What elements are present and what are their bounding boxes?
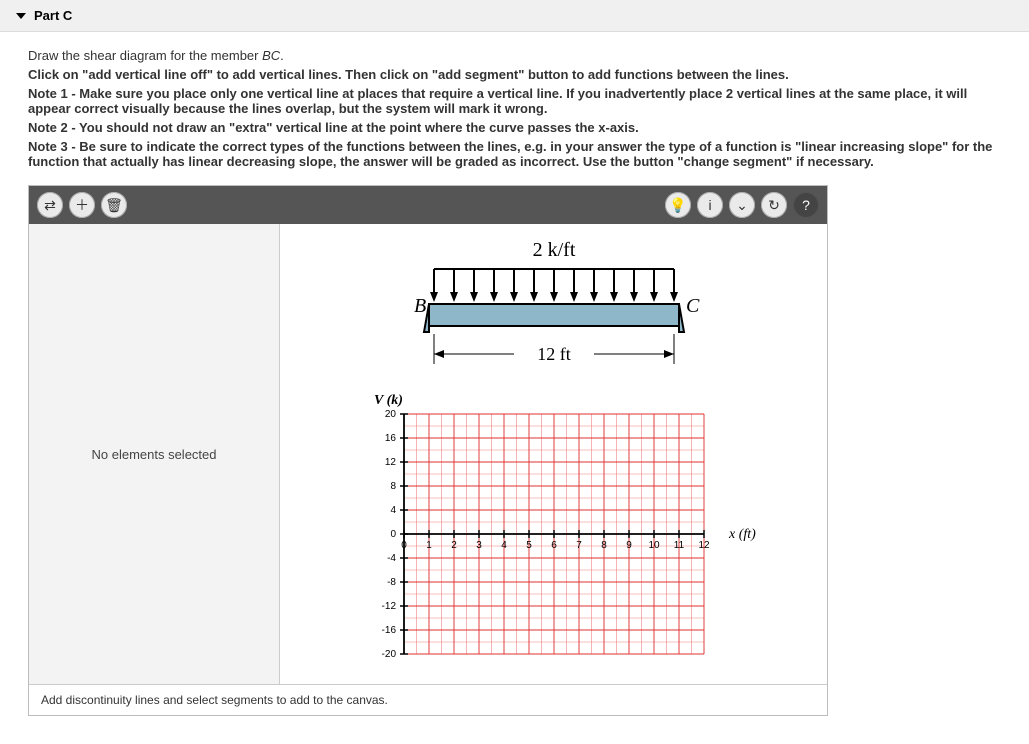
svg-text:3: 3 [476,540,482,551]
svg-text:12: 12 [698,540,710,551]
svg-text:4: 4 [501,540,507,551]
instruction-4: Note 3 - Be sure to indicate the correct… [28,139,992,169]
reset-icon[interactable]: ↻ [761,192,787,218]
span-label: 12 ft [537,344,571,364]
svg-text:16: 16 [384,433,396,444]
selection-panel: No elements selected [29,224,280,684]
svg-text:8: 8 [390,481,396,492]
svg-text:4: 4 [390,505,396,516]
collapse-caret-icon[interactable] [16,13,26,19]
dropdown-icon[interactable]: ⌄ [729,192,755,218]
svg-text:2: 2 [451,540,457,551]
shear-graph[interactable]: V (k)0123456789101112-20-16-12-8-4048121… [344,384,764,674]
prompt-pre: Draw the shear diagram for the member [28,48,262,63]
svg-text:12: 12 [384,457,396,468]
bulb-icon[interactable]: 💡 [665,192,691,218]
svg-text:-16: -16 [381,625,396,636]
svg-text:1: 1 [426,540,432,551]
instruction-1: Click on "add vertical line off" to add … [28,67,789,82]
svg-text:10: 10 [648,540,660,551]
arrows-icon[interactable]: ⇄ [37,192,63,218]
canvas-panel[interactable]: 2 k/ft B C 12 ft [280,224,827,684]
instruction-2: Note 1 - Make sure you place only one ve… [28,86,967,116]
svg-text:x (ft): x (ft) [728,527,756,542]
info-icon[interactable]: i [697,192,723,218]
svg-text:0: 0 [401,540,407,551]
svg-text:7: 7 [576,540,582,551]
instruction-3: Note 2 - You should not draw an "extra" … [28,120,639,135]
svg-text:V (k): V (k) [374,393,403,408]
svg-text:6: 6 [551,540,557,551]
add-icon[interactable]: ＋ [69,192,95,218]
svg-text:-20: -20 [381,649,396,660]
label-B: B [414,295,426,317]
svg-text:11: 11 [673,540,684,551]
svg-text:-12: -12 [381,601,396,612]
prompt-post: . [280,48,284,63]
label-C: C [686,295,700,317]
svg-text:8: 8 [601,540,607,551]
canvas-hint-text: Add discontinuity lines and select segme… [41,693,388,707]
help-icon[interactable]: ? [793,192,819,218]
instructions-block: Click on "add vertical line off" to add … [28,67,1001,169]
canvas-hint: Add discontinuity lines and select segme… [29,684,827,715]
part-title: Part C [34,8,72,23]
delete-icon[interactable]: 🗑 [101,192,127,218]
svg-text:5: 5 [526,540,532,551]
editor-toolbar: ⇄＋🗑 💡i⌄↻? [29,186,827,224]
load-label: 2 k/ft [532,239,575,261]
svg-text:-4: -4 [387,553,396,564]
svg-text:9: 9 [626,540,632,551]
part-header[interactable]: Part C [0,0,1029,32]
beam-figure: 2 k/ft B C 12 ft [374,234,734,384]
svg-text:-8: -8 [387,577,396,588]
prompt-member: BC [262,48,280,63]
svg-text:0: 0 [390,529,396,540]
prompt-text: Draw the shear diagram for the member BC… [28,48,1001,63]
svg-text:20: 20 [384,409,396,420]
diagram-editor: ⇄＋🗑 💡i⌄↻? No elements selected 2 k/ft [28,185,828,716]
no-selection-text: No elements selected [91,447,216,462]
